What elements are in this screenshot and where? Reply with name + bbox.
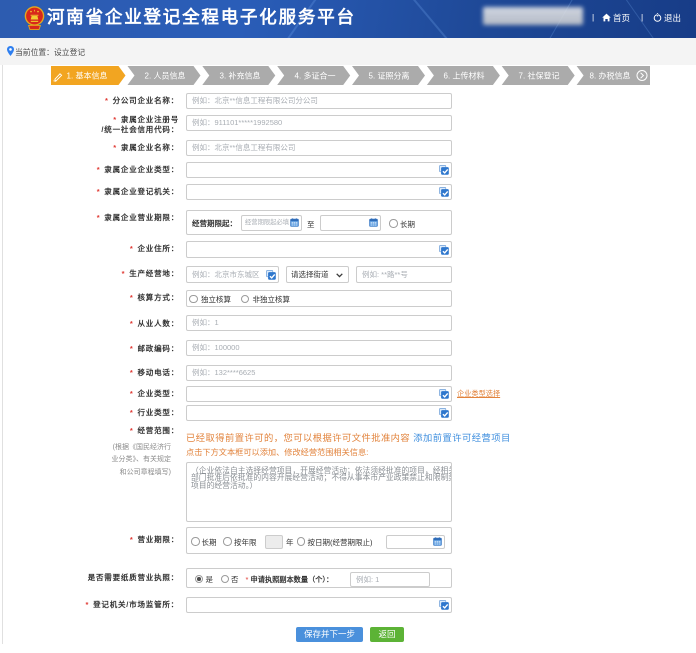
svg-text:5. 证照分离: 5. 证照分离 <box>369 71 410 81</box>
svg-text:6. 上传材料: 6. 上传材料 <box>444 71 485 81</box>
svg-text:8. 办税信息: 8. 办税信息 <box>590 71 631 81</box>
svg-text:2. 人员信息: 2. 人员信息 <box>145 71 186 81</box>
svg-text:7. 社保登记: 7. 社保登记 <box>519 71 560 81</box>
svg-text:1. 基本信息: 1. 基本信息 <box>67 71 108 81</box>
svg-text:3. 补充信息: 3. 补充信息 <box>220 71 261 81</box>
svg-text:4. 多证合一: 4. 多证合一 <box>295 71 336 81</box>
